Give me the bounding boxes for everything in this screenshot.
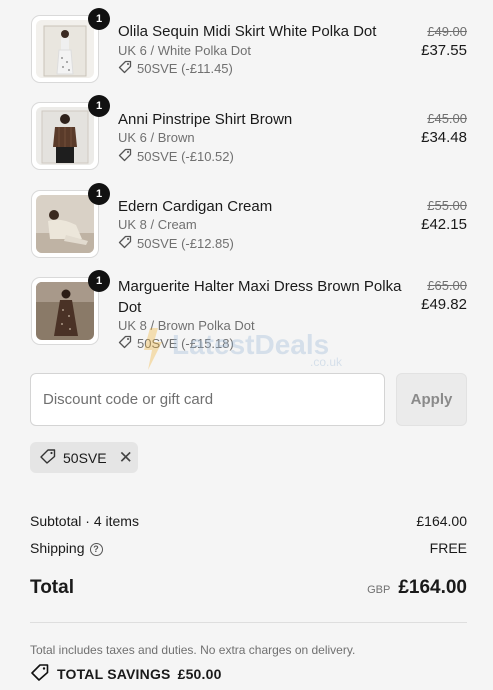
discounted-price: £49.82 <box>421 296 467 313</box>
summary-divider <box>30 622 467 623</box>
product-title: Marguerite Halter Maxi Dress Brown Polka… <box>118 278 402 316</box>
applied-code-text: 50SVE <box>63 449 107 466</box>
item-discount-text: 50SVE (-£11.45) <box>137 61 233 76</box>
total-label: Total <box>30 577 74 598</box>
savings-label: TOTAL SAVINGS <box>57 665 171 682</box>
product-image <box>36 195 94 253</box>
item-discount-text: 50SVE (-£12.85) <box>137 236 234 251</box>
product-title: Edern Cardigan Cream <box>118 198 273 215</box>
product-variant: UK 8 / Brown Polka Dot <box>118 318 255 333</box>
discounted-price: £34.48 <box>421 129 467 146</box>
product-variant: UK 6 / White Polka Dot <box>118 43 251 58</box>
product-image <box>36 107 94 165</box>
tag-icon <box>118 60 132 77</box>
discounted-price: £42.15 <box>421 216 467 233</box>
product-variant: UK 6 / Brown <box>118 130 195 145</box>
savings-value: £50.00 <box>177 665 222 682</box>
tag-icon <box>30 663 50 684</box>
remove-code-icon[interactable]: ✕ <box>119 449 133 466</box>
tag-icon <box>39 448 57 467</box>
apply-button[interactable]: Apply <box>396 373 467 426</box>
watermark-suffix: .co.uk <box>310 355 343 369</box>
product-thumbnail: 1 <box>31 270 110 345</box>
original-price: £55.00 <box>427 198 467 213</box>
subtotal-label: Subtotal · 4 items <box>30 513 139 529</box>
item-discount-text: 50SVE (-£15.18) <box>137 336 234 351</box>
discount-code-input[interactable]: Discount code or gift card <box>30 373 385 426</box>
total-savings: TOTAL SAVINGS £50.00 <box>30 663 222 684</box>
tax-note: Total includes taxes and duties. No extr… <box>30 643 356 657</box>
product-thumbnail: 1 <box>31 8 110 83</box>
shipping-value: FREE <box>429 540 467 556</box>
shipping-label: Shipping <box>30 540 85 556</box>
subtotal-value: £164.00 <box>416 513 467 529</box>
tag-icon <box>118 335 132 352</box>
quantity-badge: 1 <box>88 8 110 30</box>
item-discount: 50SVE (-£11.45) <box>118 60 233 77</box>
discount-code-placeholder: Discount code or gift card <box>43 391 214 408</box>
item-discount-text: 50SVE (-£10.52) <box>137 149 234 164</box>
product-thumbnail: 1 <box>31 183 110 258</box>
applied-code-chip: 50SVE ✕ <box>30 442 138 473</box>
product-image <box>36 282 94 340</box>
product-title: Anni Pinstripe Shirt Brown <box>118 111 293 128</box>
product-image <box>36 20 94 78</box>
quantity-badge: 1 <box>88 183 110 205</box>
discounted-price: £37.55 <box>421 42 467 59</box>
product-variant: UK 8 / Cream <box>118 217 197 232</box>
item-discount: 50SVE (-£15.18) <box>118 335 234 352</box>
item-discount: 50SVE (-£10.52) <box>118 148 234 165</box>
original-price: £65.00 <box>427 278 467 293</box>
shipping-label-group: Shipping? <box>30 540 103 556</box>
product-thumbnail: 1 <box>31 95 110 170</box>
subtotal-row: Subtotal · 4 items £164.00 <box>30 513 467 529</box>
currency-code: GBP <box>367 584 391 596</box>
shipping-row: Shipping? FREE <box>30 540 467 556</box>
total-value: £164.00 <box>398 577 467 598</box>
help-icon[interactable]: ? <box>89 542 103 556</box>
item-discount: 50SVE (-£12.85) <box>118 235 234 252</box>
original-price: £49.00 <box>427 24 467 39</box>
tag-icon <box>118 235 132 252</box>
tag-icon <box>118 148 132 165</box>
original-price: £45.00 <box>427 111 467 126</box>
total-row: Total GBP £164.00 <box>30 577 467 599</box>
total-amount-group: GBP £164.00 <box>367 577 467 599</box>
quantity-badge: 1 <box>88 270 110 292</box>
quantity-badge: 1 <box>88 95 110 117</box>
product-title: Olila Sequin Midi Skirt White Polka Dot <box>118 23 377 40</box>
